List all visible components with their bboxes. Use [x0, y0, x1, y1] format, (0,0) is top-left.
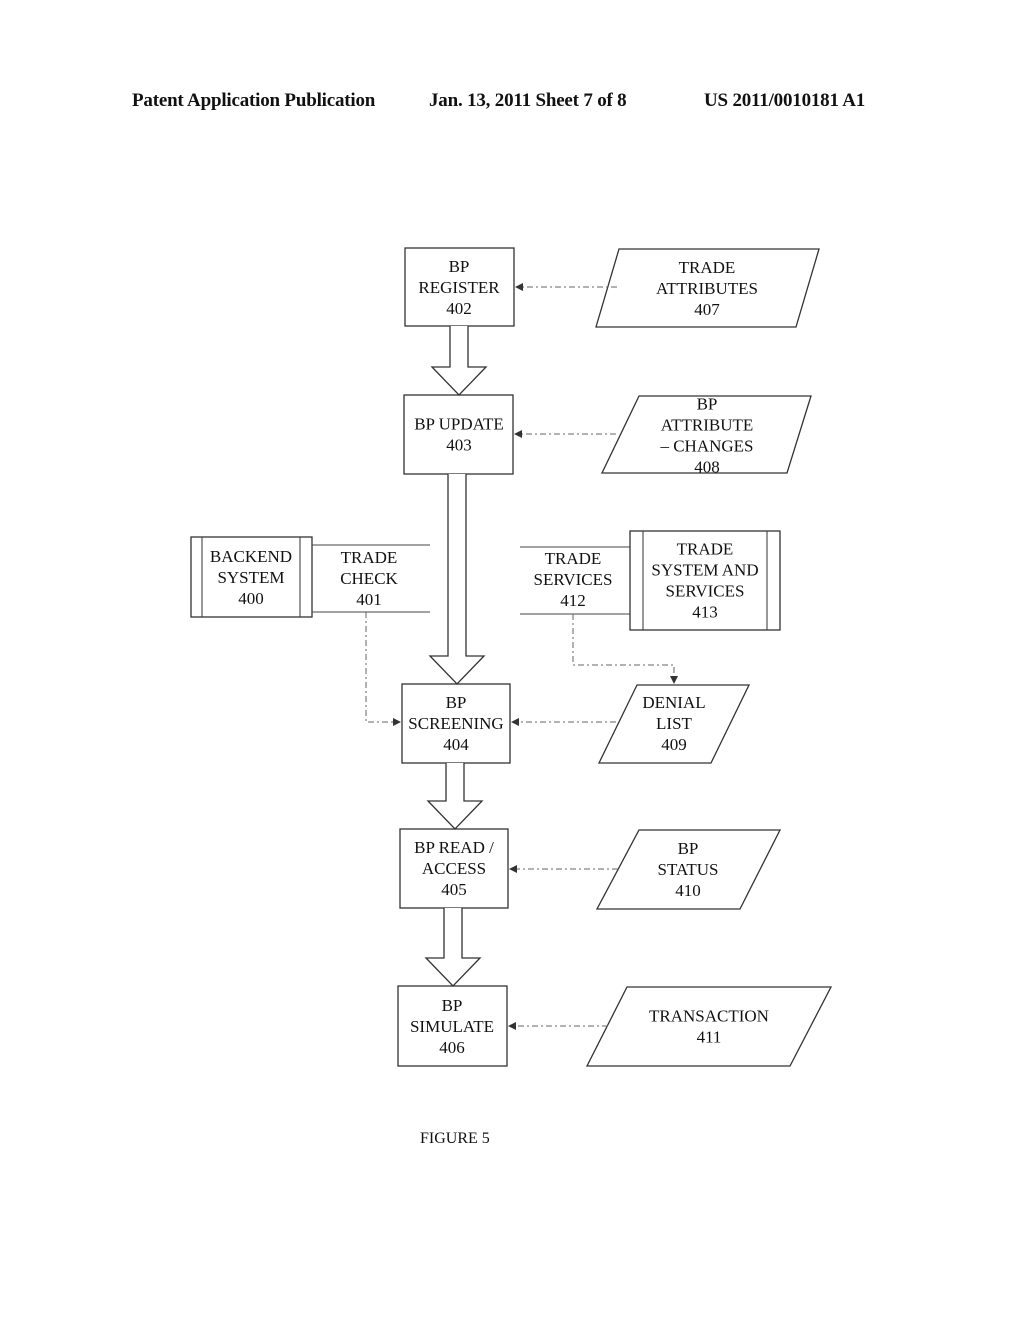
- node-transaction: [585, 986, 833, 1067]
- label-line: LIST: [656, 714, 693, 733]
- label-line: 410: [675, 881, 701, 900]
- label-line: SYSTEM AND: [651, 561, 758, 580]
- label-line: BP: [449, 257, 470, 276]
- label-line: DENIAL: [642, 693, 705, 712]
- label-line: BP: [697, 395, 718, 414]
- label-line: ATTRIBUTE: [661, 416, 754, 435]
- label-line: BP: [678, 839, 699, 858]
- label-line: SERVICES: [534, 570, 613, 589]
- label-line: SERVICES: [666, 582, 745, 601]
- label-line: 412: [560, 591, 586, 610]
- label-line: CHECK: [340, 569, 398, 588]
- label-line: BP: [446, 693, 467, 712]
- flow-diagram: BP REGISTER 402 BP UPDATE 403 BP SCREENING 40…: [190, 247, 833, 1067]
- block-arrow-402-to-403: [430, 326, 488, 396]
- label-line: 401: [356, 590, 382, 609]
- figure-caption: FIGURE 5: [420, 1130, 490, 1147]
- label-line: REGISTER: [418, 278, 500, 297]
- label-line: BP READ /: [414, 838, 494, 857]
- label-line: BACKEND: [210, 547, 292, 566]
- label-line: TRADE: [679, 258, 736, 277]
- label-line: 404: [443, 735, 469, 754]
- block-arrow-403-to-404: [428, 474, 486, 685]
- label-line: ATTRIBUTES: [656, 279, 758, 298]
- label-line: TRADE: [677, 540, 734, 559]
- label-line: 407: [694, 300, 720, 319]
- label-line: 406: [439, 1038, 465, 1057]
- label-line: BP: [442, 996, 463, 1015]
- label-line: SCREENING: [408, 714, 503, 733]
- label-line: – CHANGES: [659, 437, 753, 456]
- label-line: TRADE: [341, 548, 398, 567]
- label-trade-services: TRADE SERVICES 412: [534, 549, 613, 610]
- block-arrow-405-to-406: [424, 908, 482, 987]
- label-line: TRADE: [545, 549, 602, 568]
- label-line: STATUS: [658, 860, 719, 879]
- block-arrow-404-to-405: [426, 763, 484, 830]
- label-line: 402: [446, 299, 472, 318]
- label-line: TRANSACTION: [649, 1007, 769, 1026]
- label-line: ACCESS: [422, 859, 486, 878]
- label-line: 405: [441, 880, 467, 899]
- connector-401-to-404: [365, 612, 401, 726]
- label-line: 403: [446, 436, 472, 455]
- label-line: SYSTEM: [217, 568, 284, 587]
- label-line: 413: [692, 603, 718, 622]
- label-line: BP UPDATE: [414, 415, 504, 434]
- label-line: 400: [238, 589, 264, 608]
- label-line: 409: [661, 735, 687, 754]
- node-bp-update: [403, 394, 514, 475]
- label-line: 408: [694, 458, 720, 477]
- label-trade-check: TRADE CHECK 401: [340, 548, 398, 609]
- label-line: SIMULATE: [410, 1017, 494, 1036]
- label-line: 411: [697, 1028, 722, 1047]
